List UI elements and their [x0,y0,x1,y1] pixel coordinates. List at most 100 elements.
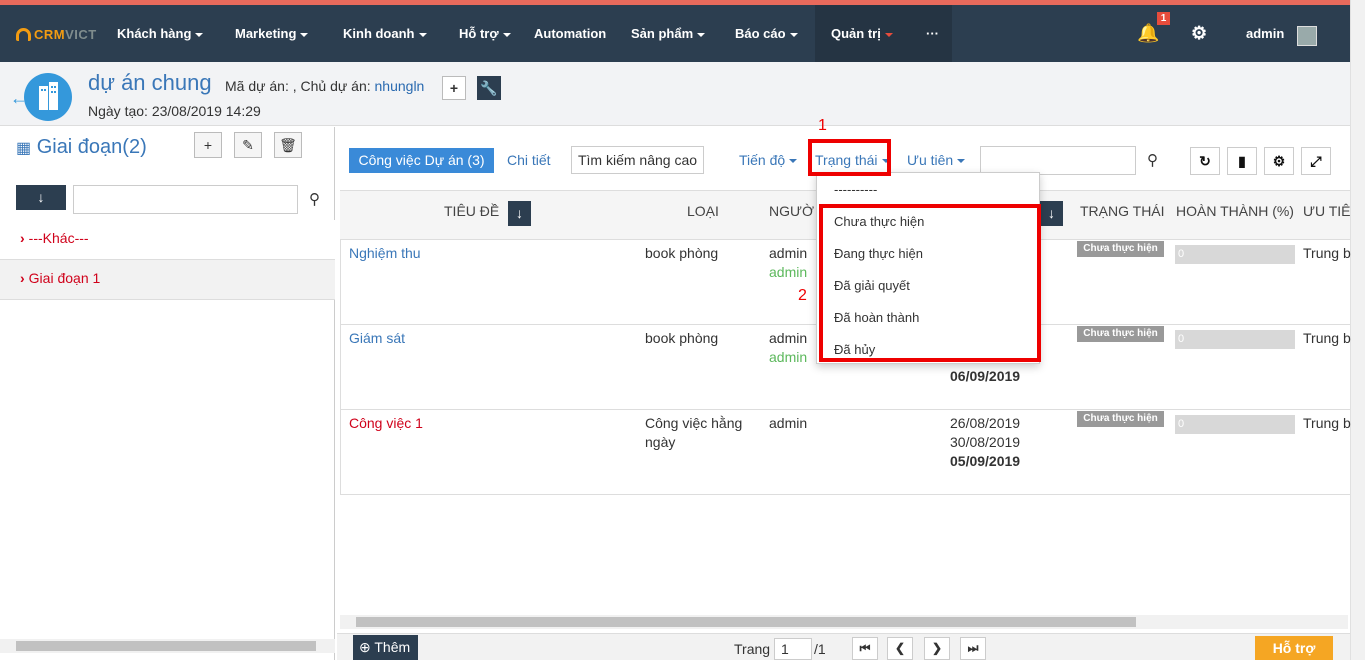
caret-down-icon [697,32,706,37]
file-icon[interactable]: ▮ [1227,147,1257,175]
dropdown-item-none[interactable]: ---------- [834,182,877,197]
status-badge: Chưa thực hiện [1077,411,1164,427]
add-stage-button[interactable]: + [194,132,222,158]
left-hscroll-thumb[interactable] [16,641,316,651]
nav-khach-hang[interactable]: Khách hàng [117,5,204,62]
table-footer [337,633,1350,660]
task-priority: Trung b [1303,415,1351,431]
expand-icon[interactable]: ⤢ [1301,147,1331,175]
nav-quan-tri[interactable]: Quản trị [831,5,893,62]
project-owner-link[interactable]: nhungln [375,78,425,94]
top-navbar: CRM VICT Khách hàng Marketing Kinh doanh… [0,5,1350,62]
chevron-right-icon: › [20,270,25,286]
col-priority[interactable]: ƯU TIÊ [1303,203,1350,219]
annotation-marker-2: 2 [798,287,807,304]
edit-icon[interactable]: ✎ [234,132,262,158]
user-name[interactable]: admin [1246,5,1284,62]
task-person-2: admin [769,264,808,280]
col-complete[interactable]: HOÀN THÀNH (%) [1176,203,1294,219]
project-building-icon [24,73,72,121]
tab-project-tasks[interactable]: Công việc Dự án (3) [349,148,494,173]
sort-down-icon[interactable]: ↓ [1040,201,1063,226]
task-deadline: 05/09/2019 [950,453,1021,469]
task-start-date: 26/08/2019 [950,415,1021,431]
sort-down-icon[interactable]: ↓ [16,185,66,210]
page-scrollbar[interactable] [1350,0,1365,660]
task-title-link[interactable]: Công việc 1 [349,414,423,433]
nav-label: Hỗ trợ [459,26,499,41]
gear-icon[interactable]: ⚙ [1264,147,1294,175]
project-code-label: Mã dự án: , [225,78,297,94]
stage-search-input[interactable] [73,185,298,214]
next-page-icon[interactable]: ❯ [924,637,950,660]
gear-icon[interactable]: ⚙ [1191,5,1207,62]
crm-logo[interactable]: CRM VICT [16,25,97,43]
caret-down-icon [418,32,427,37]
stage-item-label: Giai đoạn 1 [28,270,101,286]
stage-item-khac[interactable]: › ---Khác--- [0,220,335,260]
caret-down-icon [789,159,798,164]
task-type: book phòng [645,245,719,261]
nav-label: Khách hàng [117,26,192,41]
building-small-icon: ▦ [16,140,32,157]
sort-down-icon[interactable]: ↓ [508,201,531,226]
notification-badge: 1 [1157,12,1170,25]
task-search-input[interactable] [980,146,1136,175]
col-title[interactable]: TIÊU ĐỀ [444,203,499,219]
nav-label: Báo cáo [735,26,786,41]
nav-kinh-doanh[interactable]: Kinh doanh [343,5,427,62]
nav-automation[interactable]: Automation [534,5,606,62]
progress-filter-label: Tiến độ [739,152,786,168]
last-page-icon[interactable]: ⏭ [960,637,986,660]
col-status[interactable]: TRẠNG THÁI [1080,203,1165,219]
trash-icon[interactable]: 🗑 [274,132,302,158]
tab-detail[interactable]: Chi tiết [507,152,551,168]
plus-circle-icon: ⊕ [359,639,371,655]
task-priority: Trung b [1303,245,1351,261]
first-page-icon[interactable]: ⏮ [852,637,878,660]
priority-filter[interactable]: Ưu tiên [907,152,966,168]
page-total: /1 [814,641,826,657]
task-type: Công việc hằng ngày [645,415,743,450]
nav-marketing[interactable]: Marketing [235,5,309,62]
status-badge: Chưa thực hiện [1077,326,1164,342]
avatar[interactable] [1297,26,1317,46]
help-button[interactable]: Hỗ trợ [1255,636,1333,660]
search-icon[interactable]: ⚲ [309,190,320,208]
task-person: admin [769,415,808,431]
nav-label: Sản phẩm [631,26,694,41]
progress-filter[interactable]: Tiến độ [739,152,798,168]
nav-san-pham[interactable]: Sản phẩm [631,5,706,62]
nav-bao-cao[interactable]: Báo cáo [735,5,798,62]
building-icon [39,82,58,110]
task-title-link[interactable]: Nghiệm thu [349,244,421,263]
wrench-icon[interactable]: 🔧 [477,76,501,100]
stage-panel-title: ▦ Giai đoạn(2) [16,136,147,159]
search-icon[interactable]: ⚲ [1147,151,1158,169]
nav-more[interactable]: ··· [926,5,939,62]
project-title: dự án chung [88,70,212,95]
task-person: admin [769,330,808,346]
prev-page-icon[interactable]: ❮ [887,637,913,660]
col-person[interactable]: NGƯỜ [769,203,814,219]
advanced-search-button[interactable]: Tìm kiếm nâng cao [571,146,704,174]
project-meta: Mã dự án: , Chủ dự án: nhungln [225,78,424,94]
table-hscroll[interactable] [340,615,1348,629]
add-task-label: Thêm [374,639,411,655]
caret-down-icon [884,32,893,37]
caret-down-icon [300,32,309,37]
nav-ho-tro[interactable]: Hỗ trợ [459,5,511,62]
stage-item-giai-doan-1[interactable]: › Giai đoạn 1 [0,260,335,300]
nav-label: Quản trị [831,26,881,41]
caret-down-icon [195,32,204,37]
table-hscroll-thumb[interactable] [356,617,1136,627]
add-button[interactable]: + [442,76,466,100]
task-person: admin [769,245,808,261]
add-task-button[interactable]: ⊕ Thêm [353,635,418,660]
nav-label: Kinh doanh [343,26,415,41]
page-input[interactable]: 1 [774,638,812,660]
col-type[interactable]: LOẠI [687,203,719,219]
task-title-link[interactable]: Giám sát [349,329,405,348]
refresh-icon[interactable]: ↻ [1190,147,1220,175]
left-hscroll[interactable] [0,639,335,653]
